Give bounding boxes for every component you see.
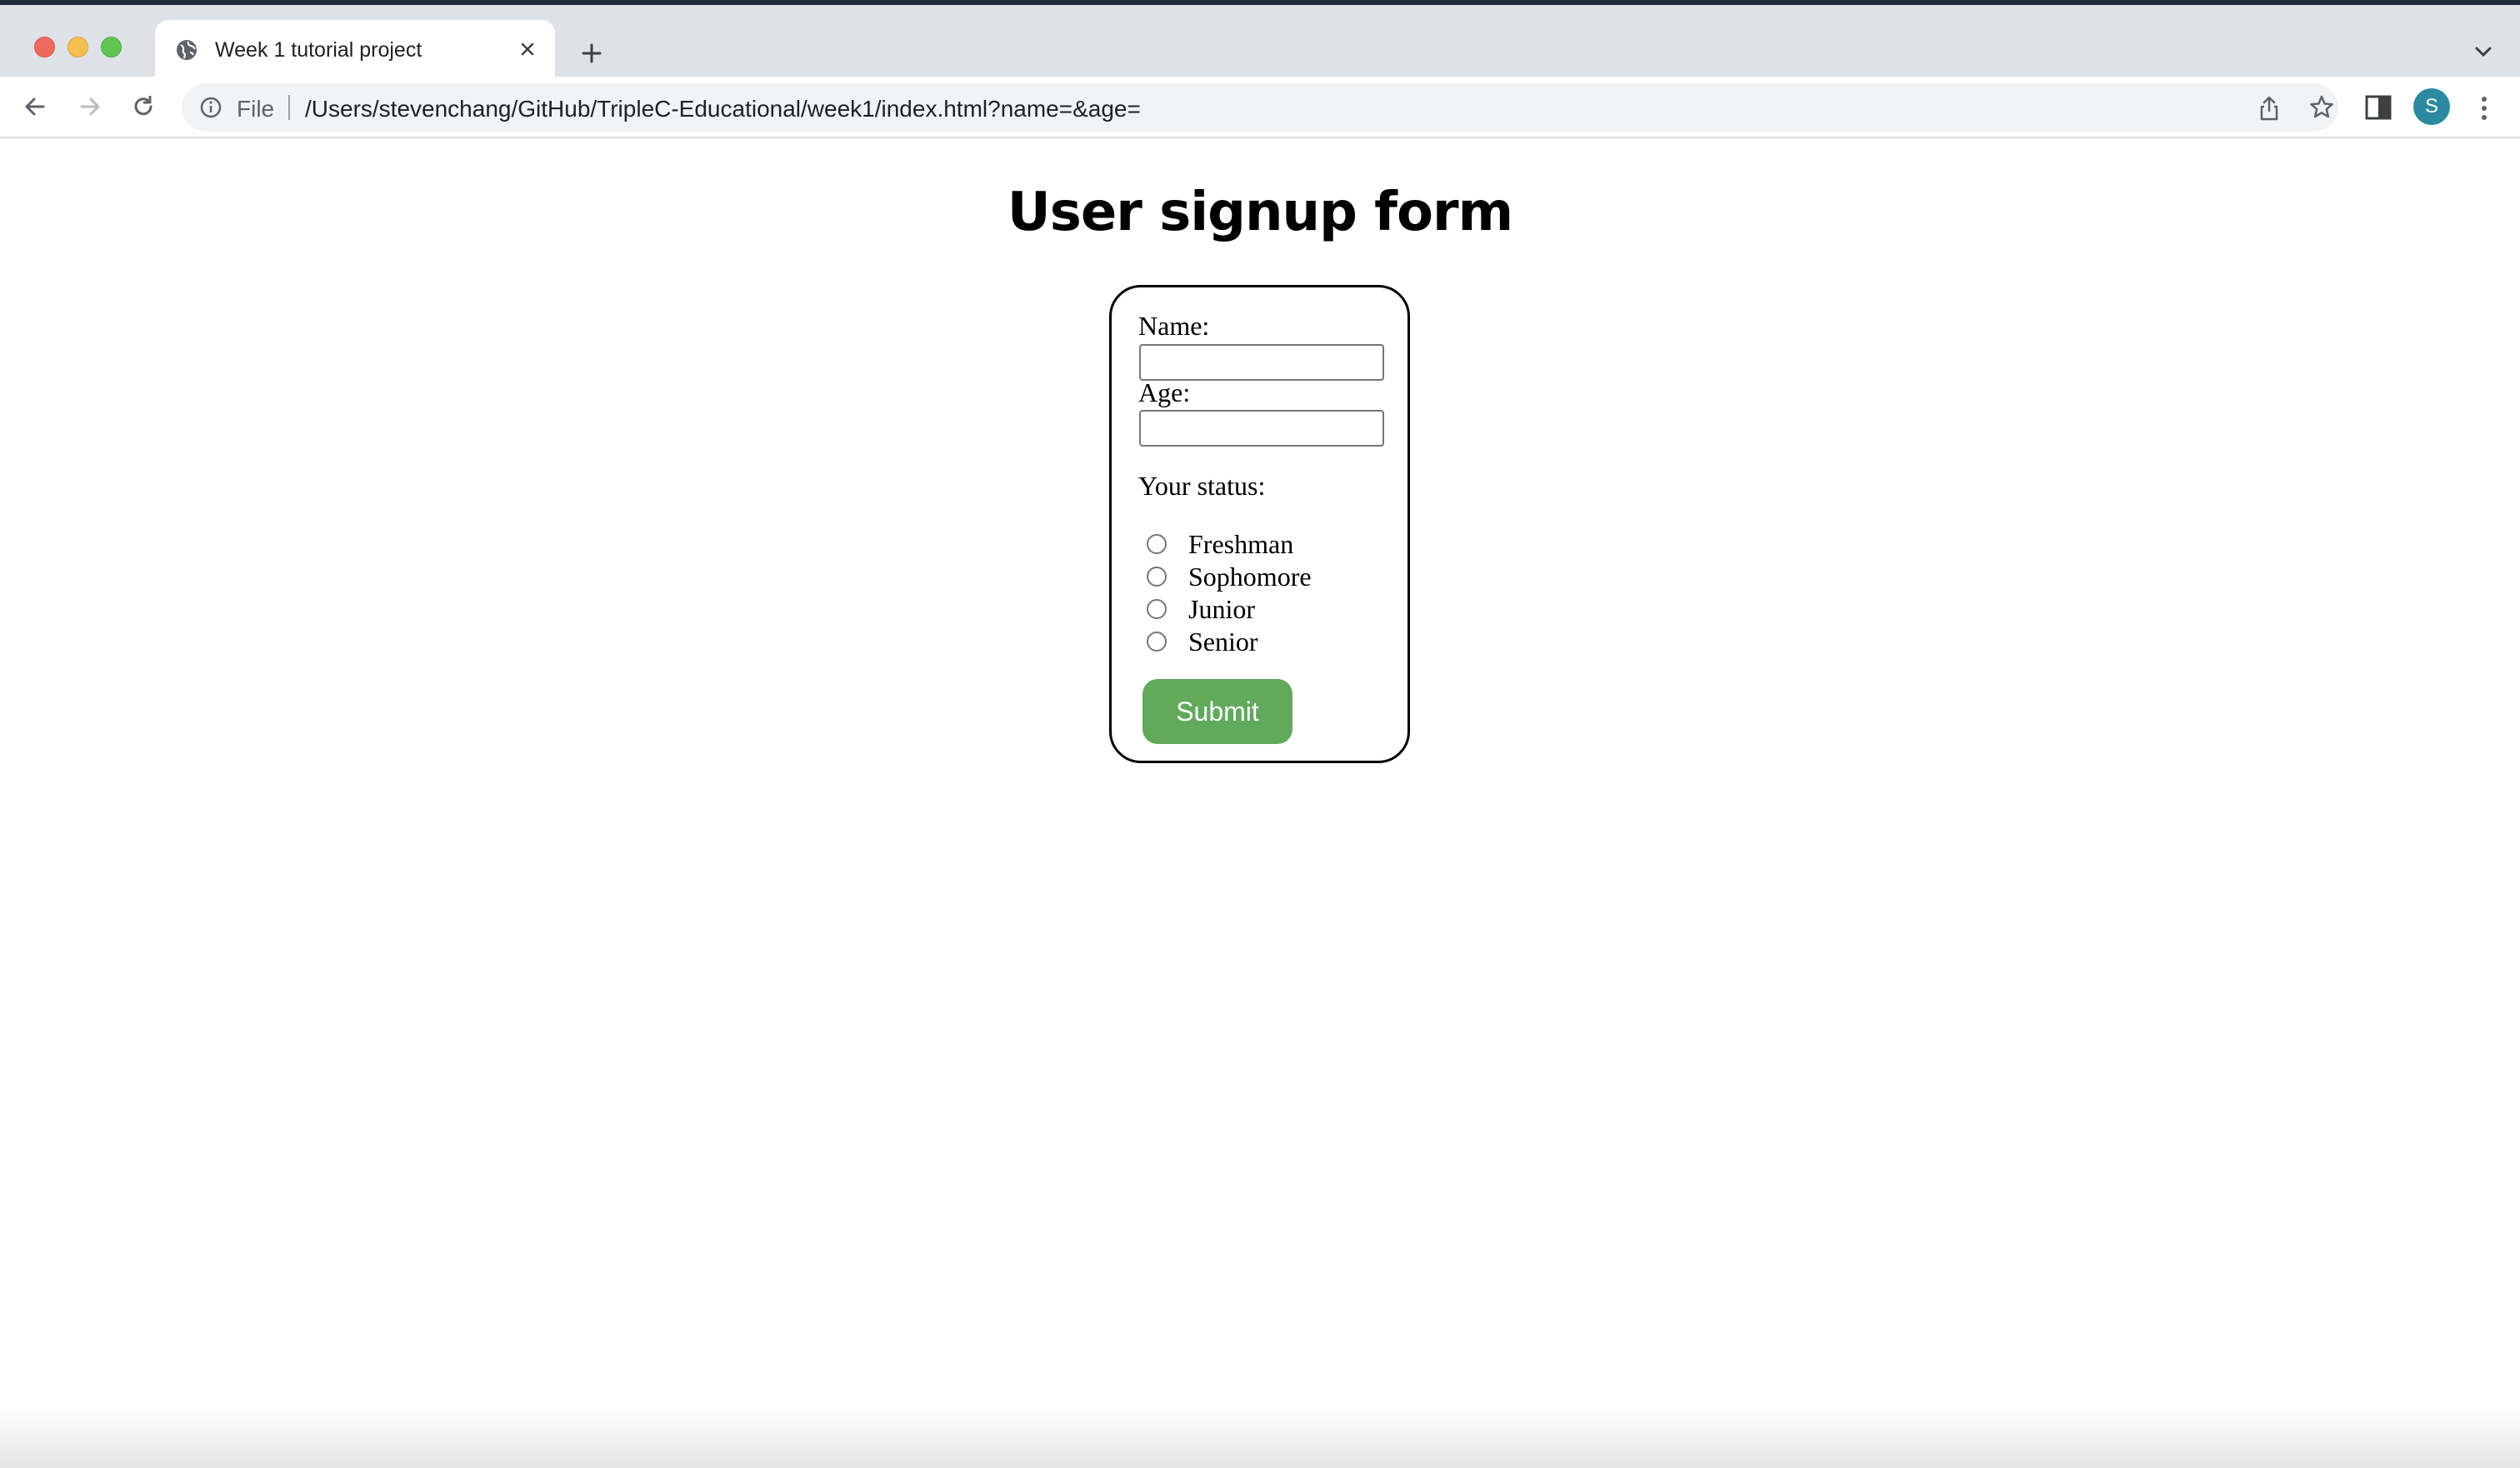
star-icon[interactable] (2308, 94, 2335, 121)
forward-arrow-icon[interactable] (73, 90, 107, 123)
address-divider (288, 95, 290, 120)
window-bottom-shadow (0, 1408, 2520, 1468)
radio-button[interactable] (1147, 599, 1167, 619)
close-icon[interactable] (515, 37, 540, 62)
name-field[interactable] (1139, 344, 1384, 381)
age-field[interactable] (1139, 410, 1384, 447)
avatar[interactable]: S (2413, 88, 2450, 125)
status-label: Your status: (1138, 471, 1266, 501)
address-scheme-label: File (237, 96, 275, 122)
browser-toolbar: File /Users/stevenchang/GitHub/TripleC-E… (0, 77, 2520, 138)
status-option-label: Sophomore (1188, 562, 1312, 592)
minimize-window-button[interactable] (68, 37, 88, 57)
status-option-label: Junior (1188, 594, 1255, 624)
name-label: Name: (1138, 311, 1210, 341)
address-bar[interactable]: File /Users/stevenchang/GitHub/TripleC-E… (182, 83, 2338, 132)
tab-strip: Week 1 tutorial project (0, 5, 2520, 82)
address-url[interactable]: /Users/stevenchang/GitHub/TripleC-Educat… (305, 96, 1141, 122)
status-option-label: Senior (1188, 627, 1258, 657)
radio-button[interactable] (1147, 534, 1167, 554)
zoom-window-button[interactable] (101, 37, 122, 57)
chevron-down-icon[interactable] (2467, 40, 2500, 65)
age-label: Age: (1138, 377, 1191, 407)
side-panel-icon[interactable] (2363, 93, 2393, 122)
kebab-menu-icon[interactable] (2472, 92, 2497, 125)
close-window-button[interactable] (34, 37, 55, 57)
back-arrow-icon[interactable] (18, 90, 52, 123)
tab-title: Week 1 tutorial project (215, 38, 422, 62)
page-title: User signup form (1007, 182, 1513, 243)
submit-button[interactable]: Submit (1142, 679, 1292, 744)
plus-icon[interactable] (575, 37, 608, 70)
globe-icon (177, 40, 197, 60)
tab-active[interactable]: Week 1 tutorial project (155, 20, 555, 82)
signup-form: Name: Age: Your status: Freshman Sophomo… (1109, 285, 1410, 763)
share-icon[interactable] (2257, 95, 2282, 122)
status-option-label: Freshman (1188, 529, 1294, 559)
radio-button[interactable] (1147, 632, 1167, 652)
page-viewport: User signup form Name: Age: Your status:… (0, 138, 2520, 1468)
reload-icon[interactable] (127, 90, 160, 123)
radio-button[interactable] (1147, 567, 1167, 587)
info-icon[interactable] (198, 95, 223, 120)
